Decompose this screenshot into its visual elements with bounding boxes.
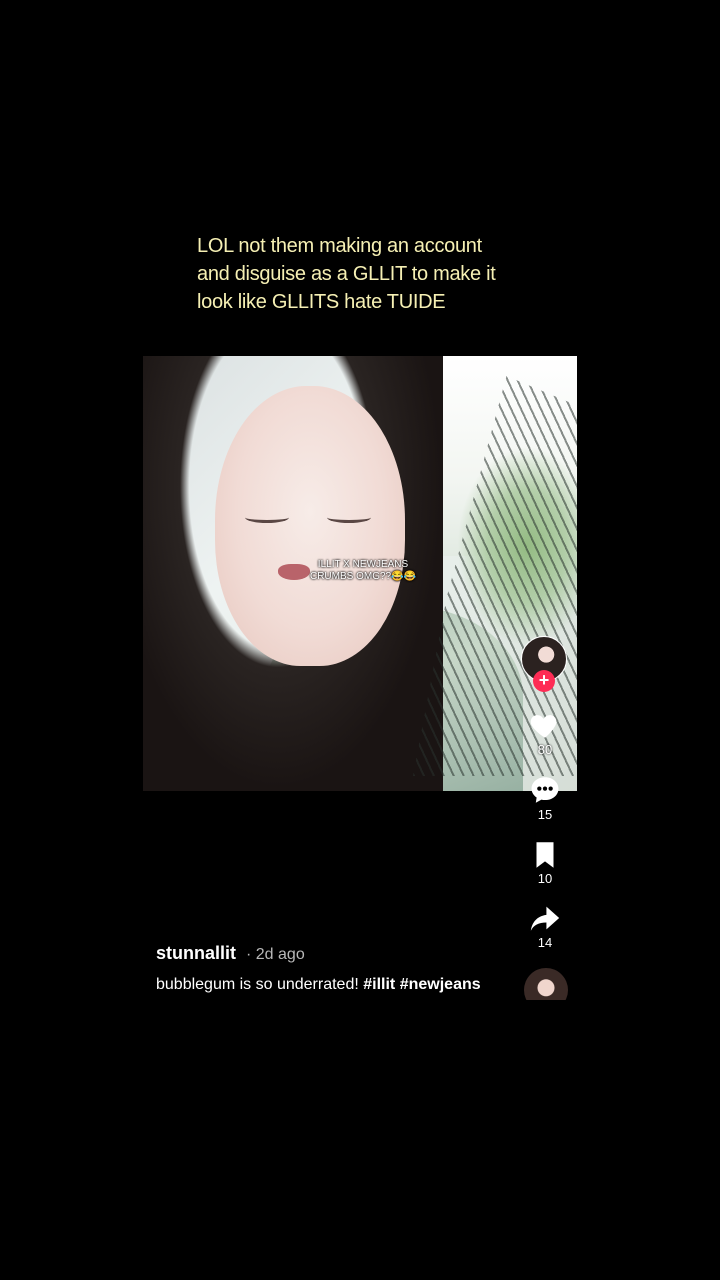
video-overlay-text: ILLIT X NEWJEANS CRUMBS OMG??😂😂 — [303, 559, 423, 583]
share-count: 14 — [537, 935, 553, 950]
hashtag-illit[interactable]: #illit — [363, 976, 395, 993]
video-subject-face — [215, 386, 405, 666]
description-text: bubblegum is so underrated! — [156, 976, 364, 993]
like-count: 80 — [537, 742, 553, 757]
post-time: · 2d ago — [246, 946, 305, 963]
overlay-line-2: CRUMBS OMG??😂😂 — [309, 571, 417, 582]
post-description: bubblegum is so underrated! #illit #newj… — [156, 976, 516, 994]
post-username[interactable]: stunnallit — [156, 943, 236, 964]
save-count: 10 — [537, 871, 553, 886]
share-icon[interactable] — [528, 901, 562, 935]
comment-count: 15 — [537, 807, 553, 822]
overlay-line-1: ILLIT X NEWJEANS — [317, 559, 409, 570]
caption-line-1: LOL not them making an account — [197, 235, 482, 257]
heart-icon[interactable] — [528, 708, 562, 742]
video-player[interactable]: ILLIT X NEWJEANS CRUMBS OMG??😂😂 — [143, 356, 577, 791]
caption-line-3: look like GLLITS hate TUIDE — [197, 291, 446, 313]
bookmark-icon[interactable] — [528, 838, 562, 872]
left-eye — [245, 512, 289, 523]
right-eye — [327, 512, 371, 523]
caption-line-2: and disguise as a GLLIT to make it — [197, 263, 496, 285]
hashtag-newjeans[interactable]: #newjeans — [400, 976, 481, 993]
comment-icon[interactable] — [528, 773, 562, 807]
follow-button[interactable]: + — [533, 670, 555, 692]
bottom-black-area — [0, 1000, 720, 1280]
screenshot-caption: LOL not them making an account and disgu… — [197, 232, 537, 316]
